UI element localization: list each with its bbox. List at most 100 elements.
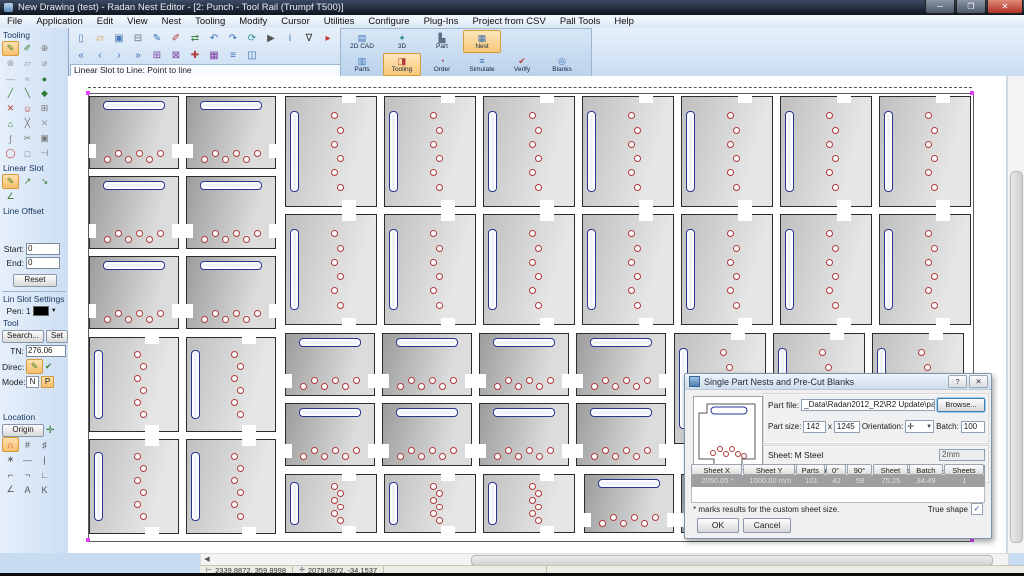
box-tool-icon[interactable]: ⊞	[36, 101, 53, 116]
menu-pall-tools[interactable]: Pall Tools	[553, 16, 608, 27]
nested-part[interactable]	[681, 214, 773, 325]
menu-tooling[interactable]: Tooling	[188, 16, 232, 27]
wave-tool-icon[interactable]: ≈	[19, 71, 36, 86]
snap-corner-icon[interactable]: ⌐	[2, 467, 19, 482]
info-icon[interactable]: i	[281, 30, 299, 47]
x2-tool-icon[interactable]: ✕	[36, 116, 53, 131]
target-tool-icon[interactable]: ⊕	[36, 41, 53, 56]
snap-vert-icon[interactable]: |	[36, 452, 53, 467]
column-header-sheet-y[interactable]: Sheet Y	[743, 464, 794, 475]
flag-icon[interactable]: ▸	[319, 30, 337, 47]
nested-part[interactable]	[186, 96, 276, 169]
start-input[interactable]: 0	[26, 243, 60, 255]
snap-a-icon[interactable]: A	[19, 482, 36, 497]
dot-tool-icon[interactable]: ●	[36, 71, 53, 86]
mode-button-verify[interactable]: ✔Verify	[503, 53, 541, 76]
dash-tool-icon[interactable]: —	[2, 71, 19, 86]
nested-part[interactable]	[186, 176, 276, 249]
menu-configure[interactable]: Configure	[361, 16, 416, 27]
nested-part[interactable]	[879, 214, 971, 325]
refresh-icon[interactable]: ⟳	[243, 30, 261, 47]
reset-button[interactable]: Reset	[13, 274, 57, 287]
para-tool-icon[interactable]: ▱	[19, 56, 36, 71]
undo-icon[interactable]: ↶	[205, 30, 223, 47]
snap-near-icon[interactable]: ∩	[2, 437, 19, 452]
ok-button[interactable]: OK	[697, 518, 739, 533]
direction-slot-icon[interactable]: ✎	[26, 359, 43, 374]
menu-modify[interactable]: Modify	[232, 16, 274, 27]
menu-edit[interactable]: Edit	[90, 16, 120, 27]
draw-line-icon[interactable]: ✎	[148, 30, 166, 47]
pen-tool-icon[interactable]: ✐	[19, 41, 36, 56]
table-selected-row[interactable]: 2050.05 *1000.00 mm101425975.2534.491	[691, 475, 985, 487]
nested-part[interactable]	[285, 214, 377, 325]
nested-part[interactable]	[483, 214, 575, 325]
nested-part[interactable]	[384, 474, 476, 533]
nested-part[interactable]	[479, 403, 569, 466]
mode-button-simulate[interactable]: ≡Simulate	[463, 53, 501, 76]
scroll-left-arrow[interactable]: ◀	[201, 555, 213, 565]
snap-corner2-icon[interactable]: ¬	[19, 467, 36, 482]
column-header-90-[interactable]: 90°	[847, 464, 873, 475]
draw-pen-icon[interactable]: ✐	[167, 30, 185, 47]
nested-part[interactable]	[285, 403, 375, 466]
nested-part[interactable]	[186, 256, 276, 329]
nested-part[interactable]	[384, 96, 476, 207]
redo-icon[interactable]: ↷	[224, 30, 242, 47]
pick-icon[interactable]: ▶	[262, 30, 280, 47]
menu-view[interactable]: View	[120, 16, 154, 27]
menu-application[interactable]: Application	[29, 16, 89, 27]
slot-tool-icon[interactable]: ✎	[2, 41, 19, 56]
snap-right-icon[interactable]: ∟	[36, 467, 53, 482]
direction-check-icon[interactable]: ✔	[45, 361, 52, 372]
column-header-sheet-x[interactable]: Sheet X	[691, 464, 742, 475]
orientation-dropdown[interactable]: ✛ ▼	[905, 420, 934, 433]
save-icon[interactable]: ▣	[110, 30, 128, 47]
slot-angle-icon[interactable]: ∠	[2, 189, 19, 204]
go-last-icon[interactable]: »	[129, 47, 147, 64]
mode-button-2d-cad[interactable]: ▤2D CAD	[343, 30, 381, 53]
nested-part[interactable]	[89, 337, 179, 432]
column-header-batch[interactable]: Batch	[909, 464, 943, 475]
nested-part[interactable]	[186, 337, 276, 432]
filter-icon[interactable]: ∇	[300, 30, 318, 47]
close-sheet-icon[interactable]: ⊠	[167, 47, 185, 64]
menu-plug-ins[interactable]: Plug-Ins	[417, 16, 466, 27]
vertical-scrollbar-thumb[interactable]	[1010, 171, 1023, 543]
stop-tool-icon[interactable]: ⊣	[36, 146, 53, 161]
menu-nest[interactable]: Nest	[155, 16, 189, 27]
dialog-title-bar[interactable]: Single Part Nests and Pre-Cut Blanks ? ✕	[685, 374, 991, 390]
mode-button-nest[interactable]: ▦Nest	[463, 30, 501, 53]
snap-k-icon[interactable]: K	[36, 482, 53, 497]
skip-tool-icon[interactable]: ∫	[2, 131, 19, 146]
table-icon[interactable]: ⊞	[148, 47, 166, 64]
nested-part[interactable]	[285, 474, 377, 533]
nested-part[interactable]	[780, 214, 872, 325]
column-header-sheets[interactable]: Sheets	[944, 464, 984, 475]
set-button[interactable]: Set	[46, 330, 68, 343]
pen-color-swatch[interactable]	[33, 306, 49, 316]
column-header-parts[interactable]: Parts	[796, 464, 825, 475]
go-first-icon[interactable]: «	[72, 47, 90, 64]
slot-se-icon[interactable]: ↘	[36, 174, 53, 189]
browse-button[interactable]: Browse...	[937, 398, 985, 412]
menu-cursor[interactable]: Cursor	[274, 16, 317, 27]
batch-field[interactable]: 100	[961, 421, 985, 433]
mode-button-order[interactable]: ◔Order	[423, 53, 461, 76]
new-icon[interactable]: ▯	[72, 30, 90, 47]
tn-input[interactable]: 276.06	[26, 345, 66, 357]
mode-button-3d[interactable]: ✦3D	[383, 30, 421, 53]
cut-tool-icon[interactable]: ✂	[19, 131, 36, 146]
mode-p-toggle[interactable]: P	[41, 376, 54, 388]
nested-part[interactable]	[384, 214, 476, 325]
column-header-sheet[interactable]: Sheet	[873, 464, 907, 475]
pen-dropdown-icon[interactable]: ▼	[51, 308, 57, 314]
nested-part[interactable]	[681, 96, 773, 207]
open-icon[interactable]: ▱	[91, 30, 109, 47]
rows-icon[interactable]: ≡	[224, 47, 242, 64]
nested-part[interactable]	[584, 474, 674, 533]
menu-help[interactable]: Help	[607, 16, 641, 27]
move-origin-icon[interactable]: ✛	[46, 425, 54, 436]
snap-grid2-icon[interactable]: ♯	[36, 437, 53, 452]
xcross-tool-icon[interactable]: ╳	[19, 116, 36, 131]
